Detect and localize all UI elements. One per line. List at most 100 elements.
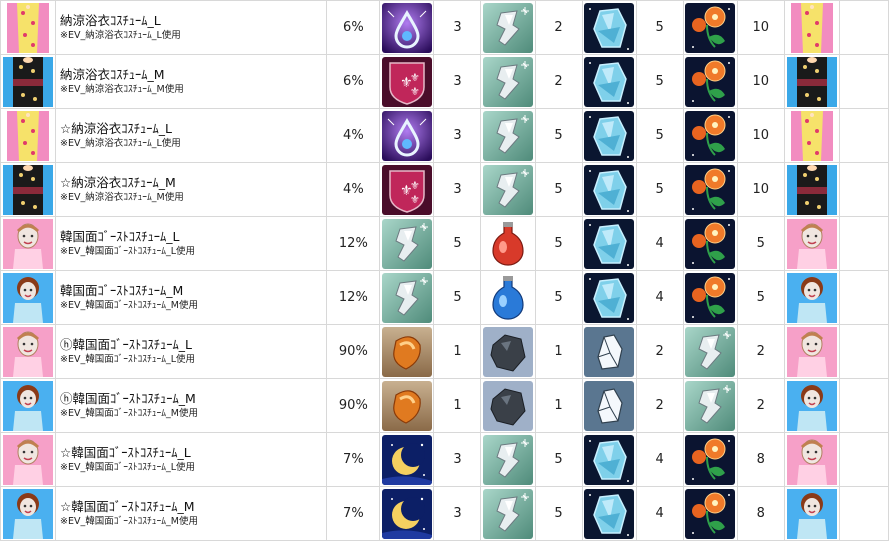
material-count: 10 xyxy=(736,108,785,163)
costume-avatar-cell xyxy=(0,216,57,271)
svg-text:⚜: ⚜ xyxy=(410,71,420,84)
costume-avatar-cell xyxy=(0,432,57,487)
ice-crystal-icon xyxy=(584,488,635,539)
ghost-blue-avatar-icon xyxy=(3,272,54,323)
ghost-pink-avatar-icon xyxy=(3,326,54,377)
recipe-row: ⓗ韓国面ｺﾞｰｽﾄｺｽﾁｭｰﾑ_L ※EV_韓国面ｺﾞｰｽﾄｺｽﾁｭｰﾑ_L使用 9… xyxy=(0,324,889,379)
silver-shard-icon xyxy=(483,2,533,53)
yukata-black-avatar-icon xyxy=(786,164,837,215)
success-rate-cell: 12% xyxy=(326,270,381,325)
empty-cell xyxy=(838,324,889,379)
material-icon-cell xyxy=(480,270,536,325)
svg-text:⚜: ⚜ xyxy=(410,193,420,206)
material-count: 10 xyxy=(736,0,785,55)
success-rate-cell: 4% xyxy=(326,108,381,163)
material-icon-cell xyxy=(480,162,536,217)
material-count: 5 xyxy=(635,162,684,217)
costume-note: ※EV_韓国面ｺﾞｰｽﾄｺｽﾁｭｰﾑ_M使用 xyxy=(60,299,198,311)
material-count: 5 xyxy=(534,432,583,487)
costume-avatar-cell xyxy=(0,108,57,163)
material-icon-cell xyxy=(480,108,536,163)
svg-text:⚜: ⚜ xyxy=(410,179,420,192)
material-icon-cell xyxy=(682,324,738,379)
material-icon-cell xyxy=(682,432,738,487)
material-count: 3 xyxy=(433,0,482,55)
material-icon-cell xyxy=(682,270,738,325)
material-icon-cell xyxy=(581,270,637,325)
material-icon-cell xyxy=(480,216,536,271)
result-avatar-cell xyxy=(783,324,840,379)
material-count: 5 xyxy=(534,162,583,217)
costume-name-cell: 韓国面ｺﾞｰｽﾄｺｽﾁｭｰﾑ_M ※EV_韓国面ｺﾞｰｽﾄｺｽﾁｭｰﾑ_M使用 xyxy=(55,270,328,325)
crescent-moon-icon xyxy=(381,488,432,539)
material-count: 5 xyxy=(534,216,583,271)
fleur-crest-icon: ⚜ ⚜ ⚜ xyxy=(381,164,432,215)
costume-name: ⓗ韓国面ｺﾞｰｽﾄｺｽﾁｭｰﾑ_L xyxy=(60,336,193,352)
material-count: 1 xyxy=(534,324,583,379)
white-crystal-icon xyxy=(584,326,635,377)
costume-name: 納涼浴衣ｺｽﾁｭｰﾑ_M xyxy=(60,66,165,82)
empty-cell xyxy=(838,270,889,325)
success-rate-cell: 6% xyxy=(326,0,381,55)
success-rate-cell: 90% xyxy=(326,324,381,379)
costume-avatar-cell xyxy=(0,486,57,541)
material-icon-cell xyxy=(379,432,435,487)
costume-name: 韓国面ｺﾞｰｽﾄｺｽﾁｭｰﾑ_M xyxy=(60,282,184,298)
silver-shard-icon xyxy=(483,488,533,539)
yukata-pink-avatar-icon xyxy=(3,2,54,53)
material-icon-cell xyxy=(480,486,536,541)
costume-name: ⓗ韓国面ｺﾞｰｽﾄｺｽﾁｭｰﾑ_M xyxy=(60,390,196,406)
costume-name: ☆韓国面ｺﾞｰｽﾄｺｽﾁｭｰﾑ_L xyxy=(60,444,191,460)
material-count: 3 xyxy=(433,108,482,163)
empty-cell xyxy=(838,162,889,217)
material-count: 2 xyxy=(635,378,684,433)
costume-name-cell: 納涼浴衣ｺｽﾁｭｰﾑ_M ※EV_納涼浴衣ｺｽﾁｭｰﾑ_M使用 xyxy=(55,54,328,109)
white-crystal-icon xyxy=(584,380,635,431)
yukata-pink-avatar-icon xyxy=(3,110,54,161)
dark-rock-icon xyxy=(483,326,533,377)
material-count: 5 xyxy=(534,108,583,163)
costume-note: ※EV_韓国面ｺﾞｰｽﾄｺｽﾁｭｰﾑ_M使用 xyxy=(60,515,198,527)
recipe-row: 納涼浴衣ｺｽﾁｭｰﾑ_L ※EV_納涼浴衣ｺｽﾁｭｰﾑ_L使用 6% 3 2 5 10 xyxy=(0,0,889,55)
morning-glory-icon xyxy=(685,110,736,161)
material-icon-cell xyxy=(682,216,738,271)
morning-glory-icon xyxy=(685,218,736,269)
purple-drop-icon xyxy=(381,110,432,161)
costume-note: ※EV_納涼浴衣ｺｽﾁｭｰﾑ_L使用 xyxy=(60,137,181,149)
material-icon-cell xyxy=(379,108,435,163)
silver-shard-icon xyxy=(483,164,533,215)
costume-avatar-cell xyxy=(0,378,57,433)
costume-note: ※EV_納涼浴衣ｺｽﾁｭｰﾑ_L使用 xyxy=(60,29,181,41)
material-icon-cell xyxy=(581,486,637,541)
material-icon-cell xyxy=(682,486,738,541)
material-count: 5 xyxy=(433,270,482,325)
ghost-blue-avatar-icon xyxy=(3,380,54,431)
morning-glory-icon xyxy=(685,434,736,485)
silver-shard-icon xyxy=(483,434,533,485)
material-icon-cell xyxy=(480,324,536,379)
copper-ore-icon xyxy=(381,380,432,431)
material-count: 5 xyxy=(635,108,684,163)
material-count: 1 xyxy=(433,324,482,379)
costume-avatar-cell xyxy=(0,162,57,217)
recipe-table: 納涼浴衣ｺｽﾁｭｰﾑ_L ※EV_納涼浴衣ｺｽﾁｭｰﾑ_L使用 6% 3 2 5 10 納涼浴… xyxy=(0,0,889,541)
result-avatar-cell xyxy=(783,216,840,271)
material-count: 2 xyxy=(635,324,684,379)
costume-avatar-cell xyxy=(0,54,57,109)
morning-glory-icon xyxy=(685,56,736,107)
costume-name: ☆納涼浴衣ｺｽﾁｭｰﾑ_L xyxy=(60,120,172,136)
material-icon-cell xyxy=(581,324,637,379)
success-rate-cell: 7% xyxy=(326,432,381,487)
costume-name: 納涼浴衣ｺｽﾁｭｰﾑ_L xyxy=(60,12,161,28)
ghost-blue-avatar-icon xyxy=(786,272,837,323)
svg-text:⚜: ⚜ xyxy=(410,85,420,98)
material-count: 10 xyxy=(736,54,785,109)
recipe-row: 韓国面ｺﾞｰｽﾄｺｽﾁｭｰﾑ_M ※EV_韓国面ｺﾞｰｽﾄｺｽﾁｭｰﾑ_M使用 12… xyxy=(0,270,889,325)
material-count: 8 xyxy=(736,432,785,487)
material-icon-cell xyxy=(682,108,738,163)
yukata-black-avatar-icon xyxy=(3,164,54,215)
silver-shard-icon xyxy=(381,218,432,269)
material-count: 8 xyxy=(736,486,785,541)
material-icon-cell xyxy=(480,432,536,487)
material-icon-cell xyxy=(581,0,637,55)
